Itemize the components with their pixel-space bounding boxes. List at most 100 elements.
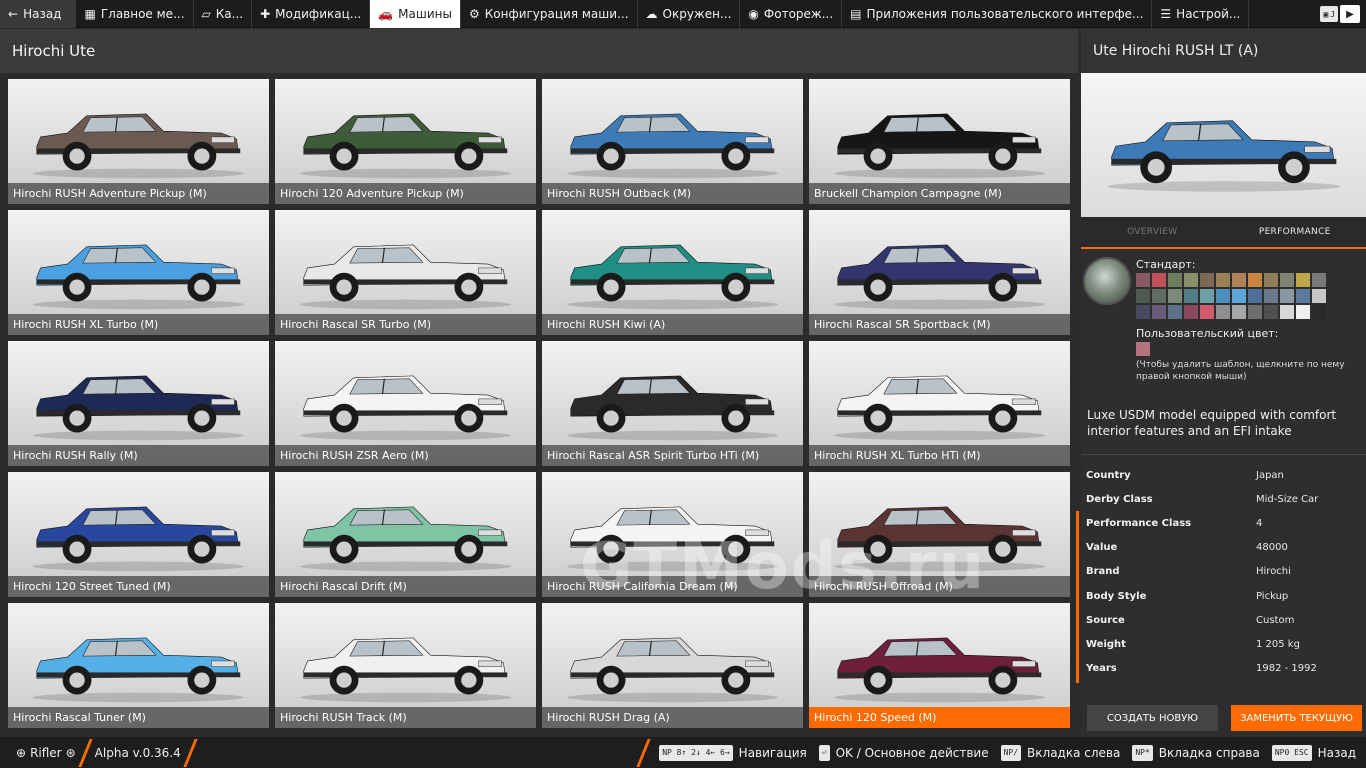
hint-label: Навигация bbox=[738, 745, 807, 760]
vehicle-card[interactable]: Hirochi RUSH Drag (A) bbox=[542, 603, 803, 728]
vehicle-card[interactable]: Hirochi Rascal ASR Spirit Turbo HTi (M) bbox=[542, 341, 803, 466]
tab-8[interactable]: ☰ Настрой... bbox=[1152, 0, 1250, 28]
vehicle-thumbnail bbox=[299, 113, 512, 179]
color-swatch[interactable] bbox=[1264, 305, 1278, 319]
vehicle-card[interactable]: Hirochi RUSH Adventure Pickup (M) bbox=[8, 79, 269, 204]
color-swatch[interactable] bbox=[1184, 289, 1198, 303]
vehicle-card[interactable]: Hirochi RUSH Track (M) bbox=[275, 603, 536, 728]
back-button[interactable]: ← Назад bbox=[0, 0, 77, 28]
tab-5[interactable]: ☁ Окружен... bbox=[638, 0, 741, 28]
color-swatch[interactable] bbox=[1312, 289, 1326, 303]
color-swatch[interactable] bbox=[1136, 273, 1150, 287]
bottom-bar: ⊕ Rifler ⊛ Alpha v.0.36.4 NP 8↑ 2↓ 4← 6→… bbox=[0, 737, 1366, 768]
color-swatch[interactable] bbox=[1264, 273, 1278, 287]
vehicle-name: Hirochi Rascal Tuner (M) bbox=[8, 707, 269, 728]
property-value: Japan bbox=[1256, 469, 1284, 481]
color-swatch[interactable] bbox=[1280, 305, 1294, 319]
vehicle-grid: Hirochi RUSH Adventure Pickup (M) Hirochi… bbox=[8, 79, 1070, 728]
color-swatch[interactable] bbox=[1232, 305, 1246, 319]
color-swatch[interactable] bbox=[1296, 273, 1310, 287]
color-swatch[interactable] bbox=[1296, 305, 1310, 319]
vehicle-thumbnail bbox=[299, 637, 512, 703]
tab-0[interactable]: ▦ Главное ме... bbox=[76, 0, 194, 28]
color-swatch[interactable] bbox=[1200, 273, 1214, 287]
custom-color-swatch[interactable] bbox=[1136, 342, 1150, 356]
color-swatch[interactable] bbox=[1216, 305, 1230, 319]
color-swatch[interactable] bbox=[1152, 305, 1166, 319]
color-swatch[interactable] bbox=[1168, 273, 1182, 287]
vehicle-card[interactable]: Hirochi RUSH California Dream (M) bbox=[542, 472, 803, 597]
color-swatch[interactable] bbox=[1168, 305, 1182, 319]
user-name: Rifler bbox=[30, 745, 62, 760]
hint-label: OK / Основное действие bbox=[835, 745, 989, 760]
car-icon: 🚗 bbox=[378, 6, 394, 21]
color-swatch[interactable] bbox=[1248, 289, 1262, 303]
vehicle-card[interactable]: Hirochi RUSH XL Turbo HTi (M) bbox=[809, 341, 1070, 466]
camera-icon: ◉ bbox=[748, 6, 759, 21]
color-swatch[interactable] bbox=[1248, 305, 1262, 319]
control-hint: ⏎ OK / Основное действие bbox=[818, 744, 989, 761]
separator-slash bbox=[183, 738, 198, 767]
settings-icon: ☰ bbox=[1160, 6, 1172, 21]
vehicle-thumbnail bbox=[32, 113, 245, 179]
property-key: Country bbox=[1086, 469, 1131, 481]
color-swatch[interactable] bbox=[1200, 289, 1214, 303]
replace-current-button[interactable]: ЗАМЕНИТЬ ТЕКУЩУЮ bbox=[1231, 705, 1362, 731]
color-swatch[interactable] bbox=[1216, 289, 1230, 303]
puzzle-icon: ✚ bbox=[260, 6, 271, 21]
color-swatch[interactable] bbox=[1152, 289, 1166, 303]
control-hint: NP0 ESC Назад bbox=[1271, 744, 1356, 761]
tab-3[interactable]: 🚗 Машины bbox=[370, 0, 461, 28]
color-swatch[interactable] bbox=[1232, 273, 1246, 287]
vehicle-card[interactable]: Hirochi 120 Street Tuned (M) bbox=[8, 472, 269, 597]
color-swatch[interactable] bbox=[1232, 289, 1246, 303]
color-swatch[interactable] bbox=[1200, 305, 1214, 319]
tab-7[interactable]: ▤ Приложения пользовательского интерфе... bbox=[842, 0, 1153, 28]
vehicle-thumbnail bbox=[299, 506, 512, 572]
tab-2[interactable]: ✚ Модификац... bbox=[252, 0, 371, 28]
arrow-left-icon: ← bbox=[8, 6, 19, 21]
tab-4[interactable]: ⚙ Конфигурация маши... bbox=[461, 0, 638, 28]
color-swatch[interactable] bbox=[1184, 273, 1198, 287]
property-value: Pickup bbox=[1256, 590, 1289, 602]
vehicle-card[interactable]: Hirochi 120 Adventure Pickup (M) bbox=[275, 79, 536, 204]
create-new-button[interactable]: СОЗДАТЬ НОВУЮ bbox=[1087, 705, 1218, 731]
vehicle-card[interactable]: Hirochi Rascal Drift (M) bbox=[275, 472, 536, 597]
property-value: Custom bbox=[1256, 614, 1295, 626]
vehicle-card[interactable]: Hirochi RUSH Offroad (M) bbox=[809, 472, 1070, 597]
vehicle-card[interactable]: Hirochi RUSH Rally (M) bbox=[8, 341, 269, 466]
color-swatch[interactable] bbox=[1216, 273, 1230, 287]
vehicle-card[interactable]: Hirochi Rascal SR Sportback (M) bbox=[809, 210, 1070, 335]
color-swatch[interactable] bbox=[1248, 273, 1262, 287]
color-swatch[interactable] bbox=[1136, 305, 1150, 319]
play-icon[interactable]: ▶ bbox=[1340, 5, 1360, 23]
color-swatch[interactable] bbox=[1136, 289, 1150, 303]
tab-label: Фотореж... bbox=[763, 6, 834, 21]
vehicle-card[interactable]: Bruckell Champion Campagne (M) bbox=[809, 79, 1070, 204]
tab-performance[interactable]: PERFORMANCE bbox=[1224, 217, 1366, 247]
tab-overview[interactable]: OVERVIEW bbox=[1081, 217, 1224, 247]
vehicle-card[interactable]: Hirochi RUSH XL Turbo (M) bbox=[8, 210, 269, 335]
key-badge: NP 8↑ 2↓ 4← 6→ bbox=[659, 744, 733, 761]
vehicle-card[interactable]: Hirochi RUSH ZSR Aero (M) bbox=[275, 341, 536, 466]
paint-avatar[interactable] bbox=[1083, 257, 1131, 305]
color-swatch[interactable] bbox=[1312, 305, 1326, 319]
vehicle-thumbnail bbox=[833, 375, 1046, 441]
vehicle-card[interactable]: Hirochi RUSH Outback (M) bbox=[542, 79, 803, 204]
vehicle-card[interactable]: Hirochi Rascal Tuner (M) bbox=[8, 603, 269, 728]
color-swatch[interactable] bbox=[1184, 305, 1198, 319]
tab-1[interactable]: ▱ Ка... bbox=[194, 0, 253, 28]
tab-6[interactable]: ◉ Фотореж... bbox=[740, 0, 843, 28]
vehicle-card[interactable]: Hirochi Rascal SR Turbo (M) bbox=[275, 210, 536, 335]
color-swatch[interactable] bbox=[1296, 289, 1310, 303]
back-label: Назад bbox=[23, 6, 62, 21]
vehicle-card[interactable]: Hirochi 120 Speed (M) bbox=[809, 603, 1070, 728]
color-swatch[interactable] bbox=[1264, 289, 1278, 303]
color-swatch[interactable] bbox=[1280, 273, 1294, 287]
vehicle-thumbnail bbox=[299, 244, 512, 310]
color-swatch[interactable] bbox=[1168, 289, 1182, 303]
vehicle-card[interactable]: Hirochi RUSH Kiwi (A) bbox=[542, 210, 803, 335]
color-swatch[interactable] bbox=[1312, 273, 1326, 287]
color-swatch[interactable] bbox=[1280, 289, 1294, 303]
color-swatch[interactable] bbox=[1152, 273, 1166, 287]
